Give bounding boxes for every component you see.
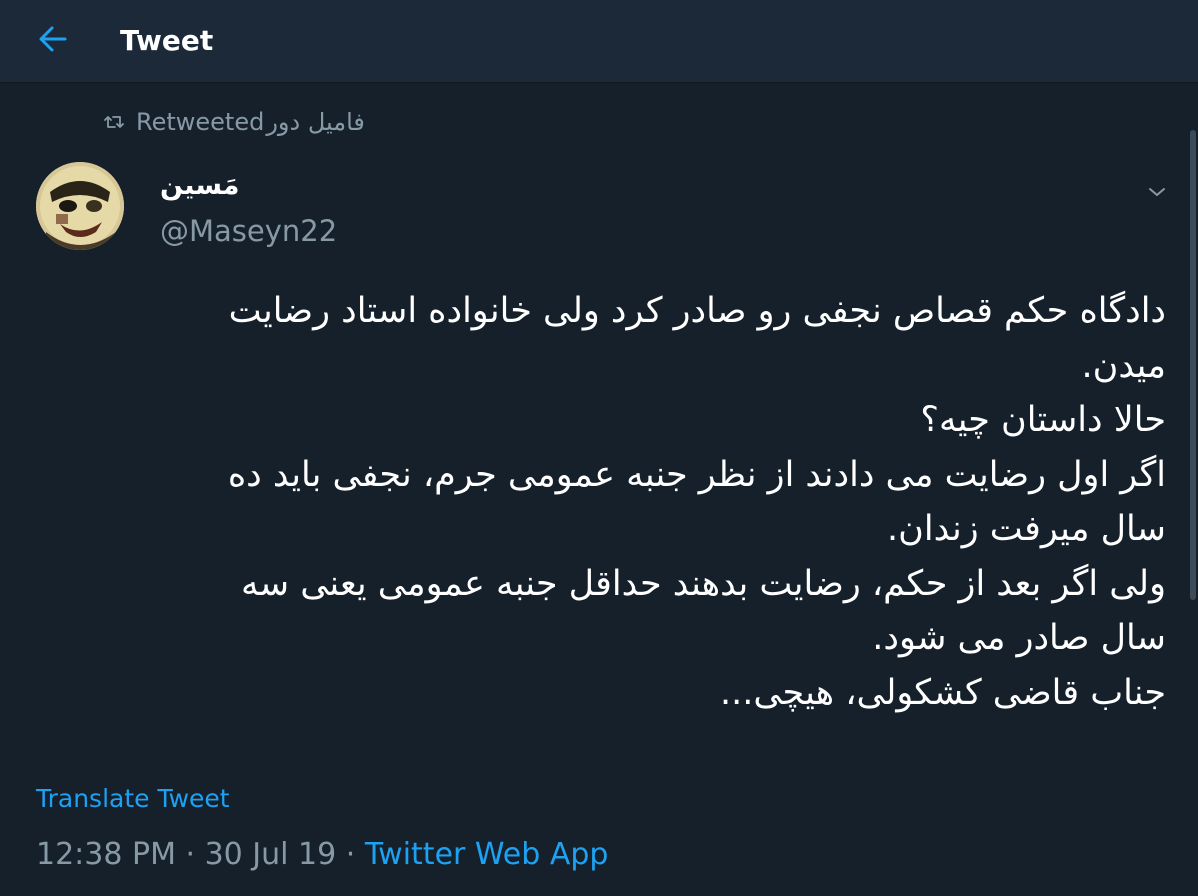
author-display-name[interactable]: مَسین bbox=[160, 166, 240, 206]
avatar[interactable] bbox=[36, 162, 124, 250]
back-button[interactable] bbox=[28, 20, 78, 62]
tweet-text-line: حالا داستان چیه؟ bbox=[920, 400, 1166, 440]
scrollbar[interactable] bbox=[1190, 130, 1196, 600]
tweet-text-line: سال میرفت زندان. bbox=[887, 509, 1166, 549]
tweet-date[interactable]: 30 Jul 19 bbox=[205, 837, 337, 872]
tweet-text: دادگاه حکم قصاص نجفی رو صادر کرد ولی خان… bbox=[36, 284, 1166, 720]
page-title: Tweet bbox=[120, 24, 214, 57]
tweet-metadata: 12:38 PM · 30 Jul 19 · Twitter Web App bbox=[36, 834, 608, 876]
retweeter-name[interactable]: فامیل دور bbox=[266, 108, 365, 136]
author-handle[interactable]: @Maseyn22 bbox=[160, 212, 337, 250]
source-app-link[interactable]: Twitter Web App bbox=[365, 837, 609, 872]
meta-separator: · bbox=[175, 837, 205, 872]
tweet-text-line: ولی اگر بعد از حکم، رضایت بدهند حداقل جن… bbox=[241, 563, 1166, 604]
translate-tweet-link[interactable]: Translate Tweet bbox=[36, 782, 230, 816]
retweet-label: Retweeted bbox=[136, 108, 265, 136]
meta-separator: · bbox=[336, 837, 365, 872]
tweet-time[interactable]: 12:38 PM bbox=[36, 837, 176, 872]
tweet-menu-button[interactable] bbox=[1142, 180, 1172, 204]
header-bar: Tweet bbox=[0, 0, 1198, 83]
tweet-detail-page: Tweet Retweeted فامیل دور مَسین @Maseyn2… bbox=[0, 0, 1198, 896]
tweet-text-line: میدن. bbox=[1081, 345, 1166, 386]
retweet-icon bbox=[104, 114, 124, 130]
tweet-text-line: جناب قاضی کشکولی، هیچی... bbox=[719, 672, 1166, 713]
chevron-down-icon bbox=[1148, 183, 1166, 202]
retweet-context: Retweeted فامیل دور bbox=[104, 106, 365, 138]
tweet-text-line: سال صادر می شود. bbox=[872, 618, 1166, 658]
tweet-text-line: دادگاه حکم قصاص نجفی رو صادر کرد ولی خان… bbox=[228, 291, 1166, 331]
arrow-left-icon bbox=[38, 25, 68, 57]
tweet-text-line: اگر اول رضایت می دادند از نظر جنبه عمومی… bbox=[227, 454, 1166, 495]
